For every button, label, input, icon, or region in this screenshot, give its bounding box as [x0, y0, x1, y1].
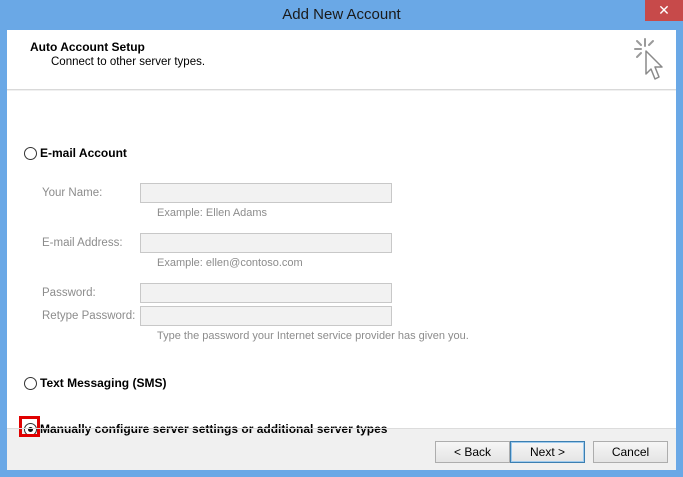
email-address-example: Example: ellen@contoso.com — [157, 257, 303, 269]
text-messaging-radio[interactable] — [24, 376, 37, 390]
email-address-input[interactable] — [140, 233, 392, 253]
retype-password-input[interactable] — [140, 306, 392, 326]
email-account-option[interactable]: E-mail Account — [24, 146, 127, 160]
wizard-content: E-mail Account Your Name: Example: Ellen… — [7, 91, 676, 437]
manual-configure-label: Manually configure server settings or ad… — [40, 422, 388, 436]
wizard-cursor-icon — [634, 38, 663, 80]
your-name-input[interactable] — [140, 183, 392, 203]
close-icon: ✕ — [658, 2, 670, 18]
back-button[interactable]: < Back — [435, 441, 510, 463]
dialog-client-area: Auto Account Setup Connect to other serv… — [7, 30, 676, 470]
window-title: Add New Account — [282, 6, 401, 23]
header-title: Auto Account Setup — [30, 40, 145, 54]
title-bar[interactable]: Add New Account ✕ — [0, 0, 683, 30]
your-name-label: Your Name: — [42, 187, 103, 199]
text-messaging-option[interactable]: Text Messaging (SMS) — [24, 376, 166, 390]
add-new-account-window: Add New Account ✕ Auto Account Setup Con… — [0, 0, 683, 477]
email-account-radio[interactable] — [24, 146, 37, 160]
text-messaging-label: Text Messaging (SMS) — [40, 376, 167, 390]
email-account-label: E-mail Account — [40, 146, 127, 160]
header-subtitle: Connect to other server types. — [51, 56, 206, 68]
password-label: Password: — [42, 287, 96, 299]
your-name-example: Example: Ellen Adams — [157, 207, 268, 219]
cancel-button[interactable]: Cancel — [593, 441, 668, 463]
footer-divider — [7, 428, 676, 429]
next-button[interactable]: Next > — [510, 441, 585, 463]
password-hint: Type the password your Internet service … — [157, 330, 469, 342]
retype-password-label: Retype Password: — [42, 310, 136, 322]
email-address-label: E-mail Address: — [42, 237, 123, 249]
close-button[interactable]: ✕ — [645, 0, 683, 21]
manual-configure-option[interactable]: Manually configure server settings or ad… — [24, 422, 387, 436]
wizard-header: Auto Account Setup Connect to other serv… — [7, 30, 676, 90]
highlight-annotation-box — [19, 416, 40, 437]
password-input[interactable] — [140, 283, 392, 303]
